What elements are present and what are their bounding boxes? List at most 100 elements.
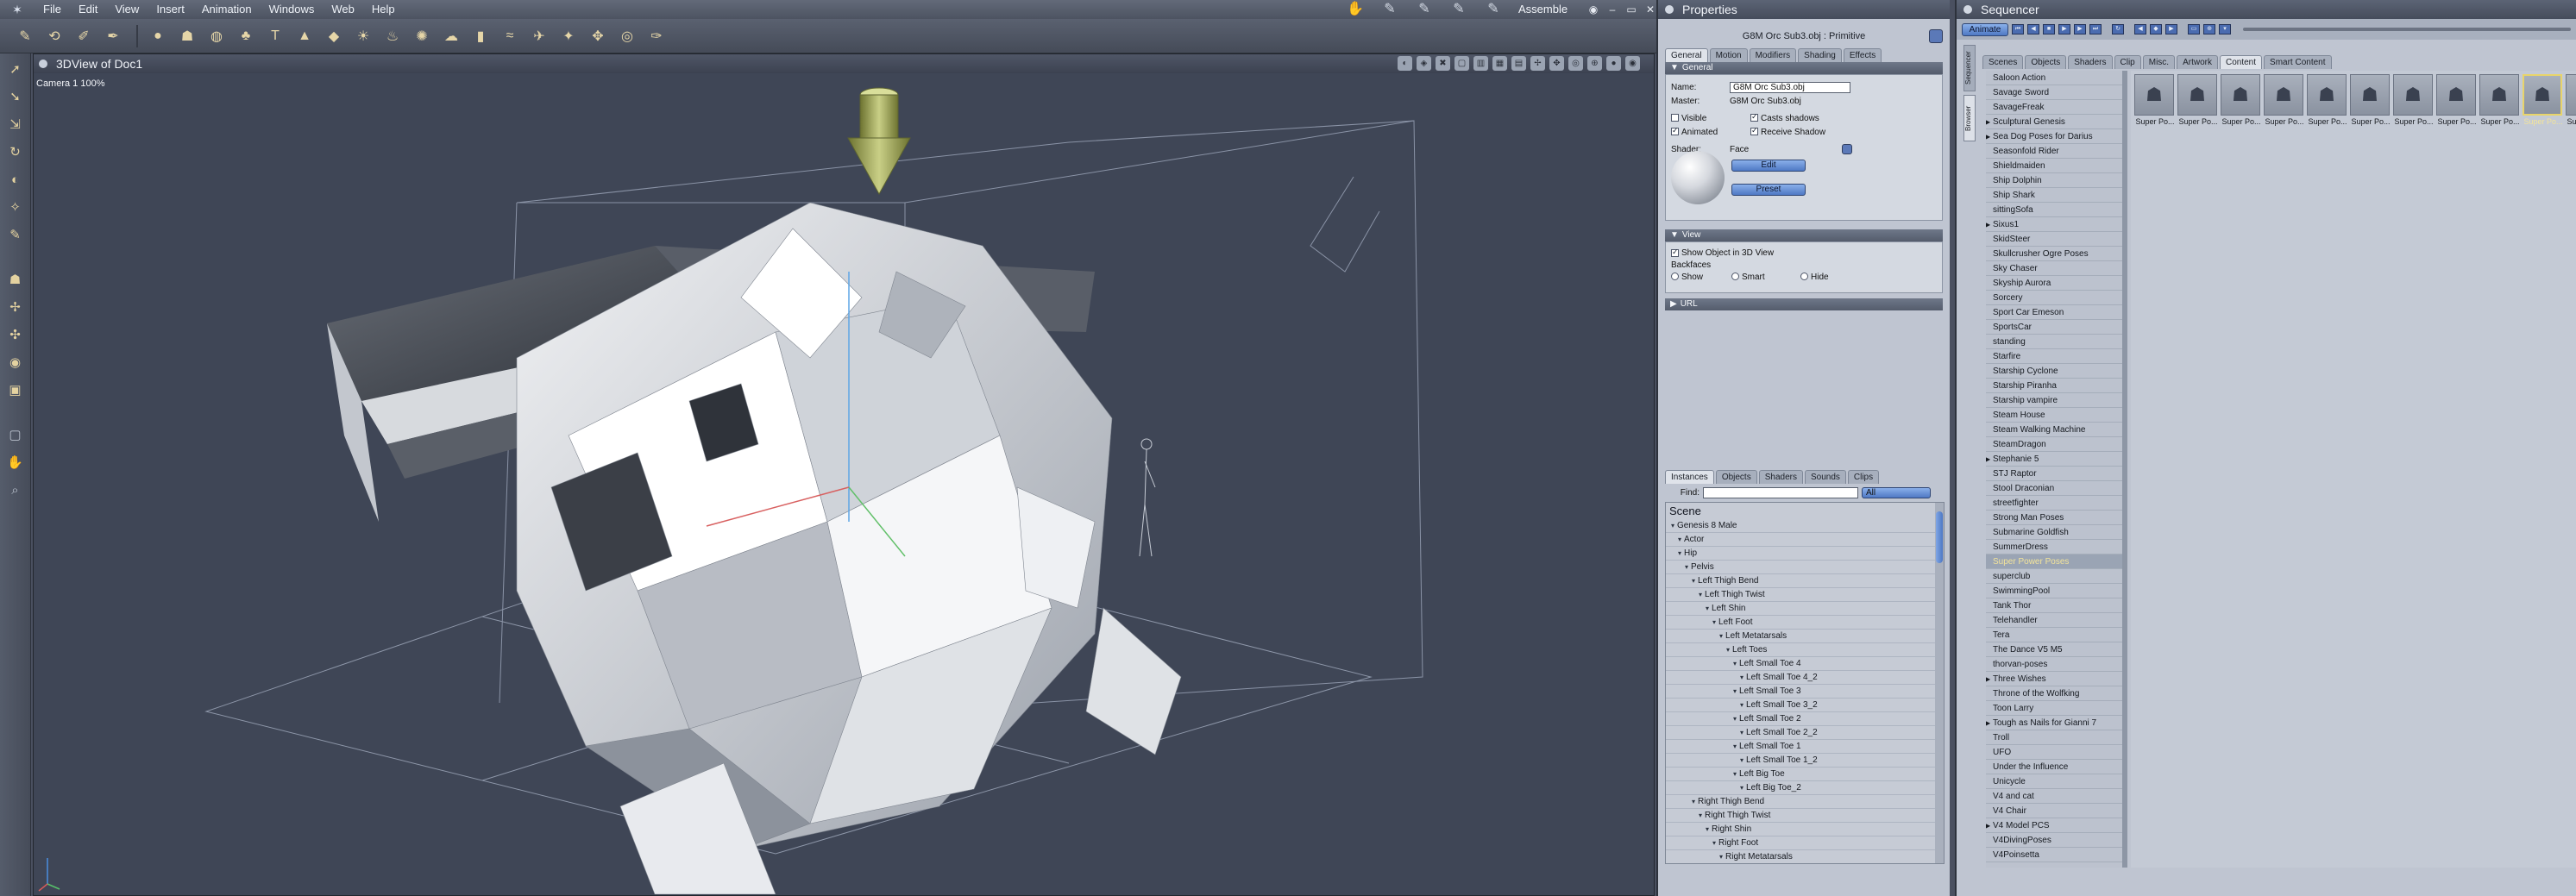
backface-smart-radio[interactable] (1731, 273, 1739, 281)
panel-menu-icon[interactable] (1665, 5, 1674, 14)
content-thumbnail[interactable]: ☗Super Po... (2436, 74, 2478, 129)
content-list-splitter[interactable] (2122, 71, 2127, 868)
folder-expand-icon[interactable]: ▶ (1986, 129, 1990, 143)
animate-button[interactable]: Animate (1962, 22, 2008, 36)
tree-expand-icon[interactable]: ▾ (1699, 591, 1702, 598)
cloud-icon[interactable]: ☁ (438, 23, 464, 49)
bones-tool-icon[interactable]: ✒ (100, 23, 126, 49)
scene-tree-node[interactable]: ▾ Right Foot (1666, 836, 1944, 850)
content-folder-item[interactable]: Strong Man Poses (1986, 511, 2122, 525)
layout-quad-icon[interactable]: ▦ (1492, 56, 1507, 71)
room-texture-icon[interactable]: ✎ (1449, 2, 1468, 17)
content-thumbnail[interactable]: ☗Super Po... (2350, 74, 2391, 129)
content-folder-item[interactable]: Telehandler (1986, 613, 2122, 628)
content-folder-item[interactable]: Ship Dolphin (1986, 173, 2122, 188)
content-thumbnail[interactable]: ☗Super Po... (2523, 74, 2564, 129)
content-folder-item[interactable]: Steam Walking Machine (1986, 423, 2122, 437)
menu-file[interactable]: File (35, 0, 70, 19)
tree-expand-icon[interactable]: ▾ (1706, 605, 1709, 612)
content-folder-item[interactable]: Under the Influence (1986, 760, 2122, 774)
content-folder-item[interactable]: Unicycle (1986, 774, 2122, 789)
track-icon[interactable]: ✥ (1549, 56, 1564, 71)
close-icon[interactable]: ✕ (1644, 3, 1656, 16)
url-section-header[interactable]: ▶ URL (1665, 298, 1943, 310)
dolly-icon[interactable]: ◎ (1568, 56, 1583, 71)
content-folder-item[interactable]: Toon Larry (1986, 701, 2122, 716)
content-folder-item[interactable]: superclub (1986, 569, 2122, 584)
menu-help[interactable]: Help (363, 0, 404, 19)
tree-expand-icon[interactable]: ▾ (1733, 687, 1737, 695)
scale-tool-icon[interactable]: ✐ (71, 23, 97, 49)
layout-split-icon[interactable]: ▥ (1473, 56, 1488, 71)
tab-smart-content[interactable]: Smart Content (2264, 55, 2332, 69)
paint-bucket-icon[interactable]: ▣ (3, 378, 28, 402)
tab-content[interactable]: Content (2220, 55, 2263, 69)
go-start-icon[interactable]: ⏮ (2012, 24, 2024, 34)
content-folder-item[interactable]: Skullcrusher Ogre Poses (1986, 247, 2122, 261)
scene-tree-node[interactable]: ▾ Left Small Toe 1 (1666, 740, 1944, 754)
content-folder-item[interactable]: SteamDragon (1986, 437, 2122, 452)
figure-pose-icon[interactable]: ☗ (3, 267, 28, 291)
room-assemble-icon[interactable]: ✋ (1346, 2, 1365, 17)
name-input[interactable]: G8M Orc Sub3.obj (1730, 81, 1850, 93)
working-box-icon[interactable]: ✖ (1436, 56, 1450, 71)
orbit-icon[interactable]: ✢ (1530, 56, 1545, 71)
content-thumbnail[interactable]: ☗Super Po... (2264, 74, 2305, 129)
content-folder-item[interactable]: streetfighter (1986, 496, 2122, 511)
tree-expand-icon[interactable]: ▾ (1678, 536, 1681, 543)
content-folder-item[interactable]: SwimmingPool (1986, 584, 2122, 598)
tree-expand-icon[interactable]: ▾ (1733, 715, 1737, 723)
rotate-tool-icon[interactable]: ⟲ (41, 23, 67, 49)
light-icon[interactable]: ☀ (350, 23, 376, 49)
content-folder-item[interactable]: Throne of the Wolfking (1986, 686, 2122, 701)
content-folder-item[interactable]: V4 Chair (1986, 804, 2122, 818)
tree-expand-icon[interactable]: ▾ (1740, 784, 1744, 792)
backface-hide-radio[interactable] (1800, 273, 1808, 281)
content-folder-item[interactable]: Shieldmaiden (1986, 159, 2122, 173)
timeline-menu-icon[interactable]: ▾ (2219, 24, 2231, 34)
tree-expand-icon[interactable]: ▾ (1719, 632, 1723, 640)
loop-icon[interactable]: ↻ (2112, 24, 2124, 34)
content-folder-item[interactable]: Savage Sword (1986, 85, 2122, 100)
room-storyboard-icon[interactable]: ✎ (1415, 2, 1434, 17)
content-folder-item[interactable]: Steam House (1986, 408, 2122, 423)
tree-expand-icon[interactable]: ▾ (1740, 674, 1744, 681)
content-folder-item[interactable]: Starfire (1986, 349, 2122, 364)
menu-windows[interactable]: Windows (261, 0, 324, 19)
minimize-icon[interactable]: – (1606, 3, 1618, 16)
scene-tree-node[interactable]: ▾ Right Thigh Twist (1666, 809, 1944, 823)
preview-icon[interactable]: ◉ (1625, 56, 1640, 71)
scene-tree-node[interactable]: ▾ Left Small Toe 3_2 (1666, 699, 1944, 712)
side-tab-browser[interactable]: Browser (1963, 95, 1976, 141)
tab-effects[interactable]: Effects (1843, 48, 1882, 62)
tab-shaders[interactable]: Shaders (1758, 470, 1803, 484)
render-mode-icon[interactable]: ● (1606, 56, 1621, 71)
go-end-icon[interactable]: ⏭ (2089, 24, 2102, 34)
folder-expand-icon[interactable]: ▶ (1986, 672, 1990, 686)
content-folder-item[interactable]: STJ Raptor (1986, 467, 2122, 481)
content-folder-item[interactable]: Starship Piranha (1986, 379, 2122, 393)
tree-expand-icon[interactable]: ▾ (1740, 701, 1744, 709)
room-model-icon[interactable]: ✎ (1380, 2, 1399, 17)
scene-tree-node[interactable]: ▾ Left Small Toe 3 (1666, 685, 1944, 699)
tree-expand-icon[interactable]: ▾ (1726, 646, 1730, 654)
room-render-icon[interactable]: ✎ (1484, 2, 1503, 17)
content-folder-item[interactable]: Seasonfold Rider (1986, 144, 2122, 159)
content-folder-item[interactable]: Sky Chaser (1986, 261, 2122, 276)
find-filter-select[interactable]: All (1862, 487, 1931, 498)
content-folder-item[interactable]: standing (1986, 335, 2122, 349)
visible-checkbox[interactable] (1671, 114, 1679, 122)
content-folder-item[interactable]: Super Power Poses (1986, 555, 2122, 569)
animated-checkbox[interactable] (1671, 126, 1679, 136)
content-folder-item[interactable]: ▶Stephanie 5 (1986, 452, 2122, 467)
pan-object-icon[interactable]: ◐ (3, 167, 28, 191)
fire-icon[interactable]: ♨ (380, 23, 405, 49)
tree-expand-icon[interactable]: ▾ (1699, 811, 1702, 819)
tree-expand-icon[interactable]: ▾ (1692, 798, 1695, 805)
content-folder-item[interactable]: V4 and cat (1986, 789, 2122, 804)
general-section-header[interactable]: ▼ General (1665, 62, 1943, 74)
content-thumbnail[interactable]: ☗Super Po... (2566, 74, 2576, 129)
folder-expand-icon[interactable]: ▶ (1986, 452, 1990, 466)
tree-expand-icon[interactable]: ▾ (1712, 839, 1716, 847)
folder-expand-icon[interactable]: ▶ (1986, 716, 1990, 730)
